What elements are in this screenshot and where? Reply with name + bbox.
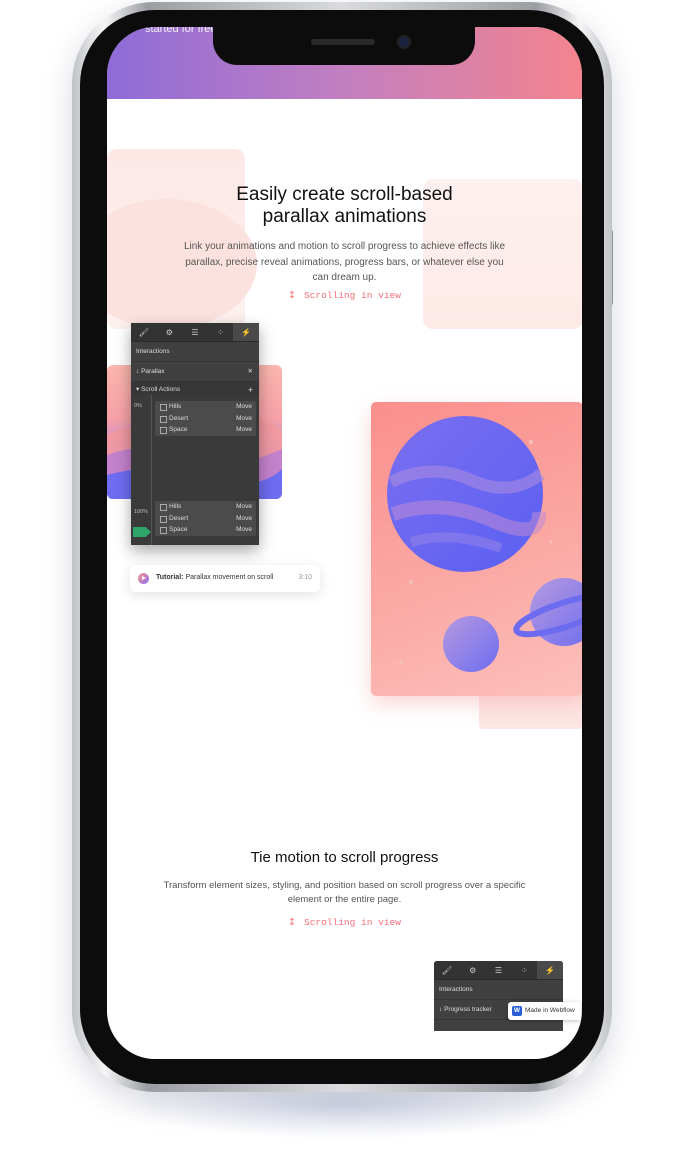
tutorial-prefix: Tutorial:	[156, 574, 184, 581]
panel-header: Interactions	[131, 342, 259, 362]
checkbox[interactable]	[160, 415, 167, 423]
speaker-grille	[311, 39, 375, 45]
panel-tab-bar: 🖌 ⚙ ☰ ⁘ ⚡	[131, 323, 259, 342]
brush-icon[interactable]: 🖌	[131, 323, 157, 341]
scrolling-in-view-link-2[interactable]: ↕ Scrolling in view	[237, 917, 452, 928]
timeline-line	[151, 395, 152, 545]
play-icon[interactable]	[138, 573, 149, 584]
section-title: Easily create scroll-based parallax anim…	[236, 184, 453, 227]
panel-header: Interactions	[434, 980, 563, 1000]
layers-icon[interactable]: ☰	[182, 323, 208, 341]
scroll-arrow-icon: ↕	[288, 917, 297, 928]
checkbox[interactable]	[160, 515, 167, 523]
keyframe-group-end[interactable]: Hills Move Desert Move Space Move	[155, 501, 256, 536]
camera-icon	[399, 37, 409, 47]
space-illustration	[387, 416, 582, 672]
checkbox[interactable]	[160, 527, 167, 534]
gear-icon[interactable]: ⚙	[460, 961, 486, 979]
checkbox[interactable]	[160, 427, 167, 434]
interactions-panel-2: 🖌 ⚙ ☰ ⁘ ⚡ Interactions ↕ Progress tracke…	[434, 961, 563, 1031]
phone-screen: started for free Easily create scroll-ba…	[107, 27, 582, 1059]
tutorial-title: Parallax movement on scroll	[185, 574, 274, 581]
checkbox[interactable]	[160, 504, 167, 511]
timeline-track: 0% 100% Hills Move Desert Move Space Move H…	[131, 395, 259, 545]
section-title-2: Tie motion to scroll progress	[250, 849, 439, 866]
drops-icon[interactable]: ⁘	[208, 323, 234, 341]
section-description: Link your animations and motion to scrol…	[183, 241, 506, 283]
keyframe-group-start[interactable]: Hills Move Desert Move Space Move	[155, 401, 256, 436]
made-in-webflow-badge[interactable]: W Made in Webflow	[508, 1002, 581, 1020]
list-item[interactable]: Hills Move	[155, 401, 256, 413]
interactions-panel: 🖌 ⚙ ☰ ⁘ ⚡ Interactions ↕ Parallax ✕ ▾ Sc…	[131, 323, 259, 545]
panel-tab-bar: 🖌 ⚙ ☰ ⁘ ⚡	[434, 961, 563, 980]
list-item[interactable]: Desert Move	[155, 413, 256, 425]
brush-icon[interactable]: 🖌	[434, 961, 460, 979]
end-percent: 100%	[134, 509, 149, 515]
layers-icon[interactable]: ☰	[486, 961, 512, 979]
get-started-link[interactable]: started for free	[145, 27, 217, 35]
webflow-logo-icon: W	[512, 1006, 522, 1016]
scrolling-in-view-link[interactable]: ↕ Scrolling in view	[237, 290, 452, 301]
scroll-arrow-icon: ↕	[288, 290, 297, 301]
lightning-icon[interactable]: ⚡	[537, 961, 563, 979]
badge-label: Made in Webflow	[525, 1007, 575, 1014]
start-percent: 0%	[134, 403, 142, 409]
phone-notch	[213, 27, 475, 65]
list-item[interactable]: Desert Move	[155, 513, 256, 525]
list-item[interactable]: Space Move	[155, 524, 256, 536]
section-description-2: Transform element sizes, styling, and po…	[163, 880, 526, 905]
gear-icon[interactable]: ⚙	[157, 323, 183, 341]
space-illustration-card	[371, 402, 582, 696]
close-icon[interactable]: ✕	[248, 362, 253, 381]
lightning-icon[interactable]: ⚡	[233, 323, 259, 341]
list-item[interactable]: Hills Move	[155, 501, 256, 513]
tutorial-duration: 3:10	[298, 574, 312, 581]
interaction-row[interactable]: ↕ Parallax ✕	[131, 362, 259, 382]
checkbox[interactable]	[160, 404, 167, 411]
tutorial-card[interactable]: Tutorial: Parallax movement on scroll 3:…	[130, 565, 320, 592]
drops-icon[interactable]: ⁘	[511, 961, 537, 979]
scroll-position-marker[interactable]	[133, 527, 151, 537]
list-item[interactable]: Space Move	[155, 424, 256, 436]
